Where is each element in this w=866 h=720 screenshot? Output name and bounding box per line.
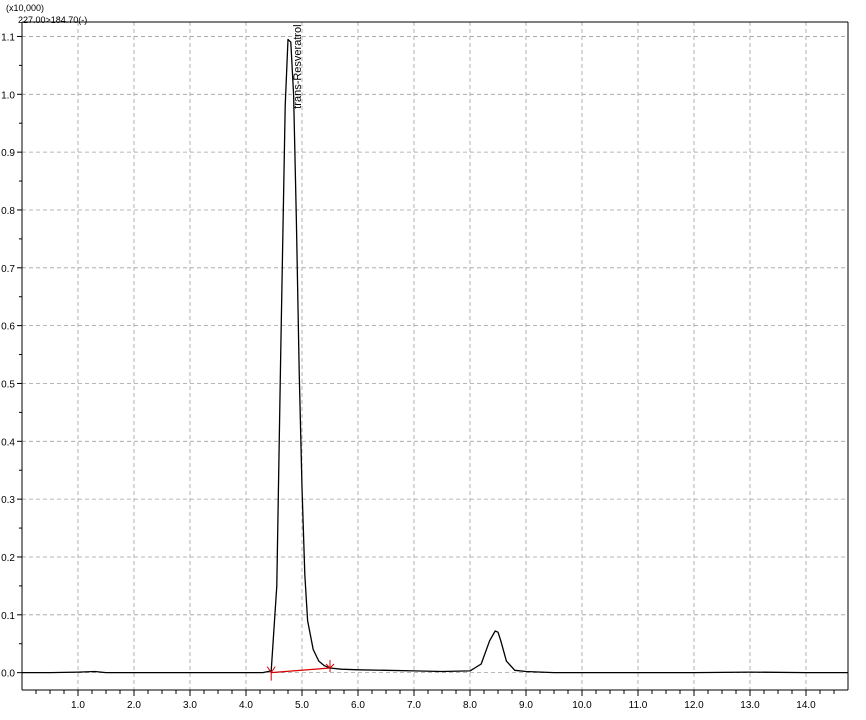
y-tick-label: 0.6 — [1, 322, 15, 333]
integration-baseline — [271, 667, 331, 674]
y-tick-label: 1.1 — [1, 32, 15, 43]
peak-end-marker — [325, 660, 335, 673]
x-tick-label: 3.0 — [183, 700, 197, 711]
y-tick-label: 0.2 — [1, 553, 15, 564]
x-tick-label: 10.0 — [572, 700, 592, 711]
x-tick-label: 5.0 — [295, 700, 309, 711]
x-tick-label: 6.0 — [351, 700, 365, 711]
x-tick-label: 9.0 — [519, 700, 533, 711]
x-tick-label: 7.0 — [407, 700, 421, 711]
y-multiplier-label: (x10,000) — [6, 3, 44, 13]
channel-label: 227.00>184.70(-) — [18, 15, 87, 25]
x-tick-label: 12.0 — [684, 700, 704, 711]
y-tick-label: 0.1 — [1, 611, 15, 622]
y-tick-label: 0.4 — [1, 437, 15, 448]
x-tick-label: 4.0 — [239, 700, 253, 711]
signal-trace — [22, 38, 848, 674]
y-tick-label: 0.8 — [1, 206, 15, 217]
y-tick-label: 0.0 — [1, 669, 15, 680]
y-tick-label: 0.5 — [1, 379, 15, 390]
chromatogram-chart: (x10,000) 227.00>184.70(-) 1.0 2.0 3.0 4.0 5… — [0, 0, 866, 720]
x-tick-label: 13.0 — [740, 700, 760, 711]
x-tick-label: 11.0 — [629, 700, 648, 711]
x-tick-label: 8.0 — [463, 700, 477, 711]
y-tick-label: 0.9 — [1, 148, 15, 159]
chart-svg: (x10,000) 227.00>184.70(-) 1.0 2.0 3.0 4.0 5… — [1, 3, 849, 711]
peak-label: trans-Resveratrol — [292, 24, 304, 108]
y-tick-label: 0.7 — [1, 264, 15, 275]
y-tick-label: 0.3 — [1, 495, 15, 506]
y-tick-label: 1.0 — [1, 90, 15, 101]
x-tick-label: 1.0 — [71, 700, 85, 711]
x-tick-label: 14.0 — [796, 700, 816, 711]
x-tick-label: 2.0 — [127, 700, 141, 711]
